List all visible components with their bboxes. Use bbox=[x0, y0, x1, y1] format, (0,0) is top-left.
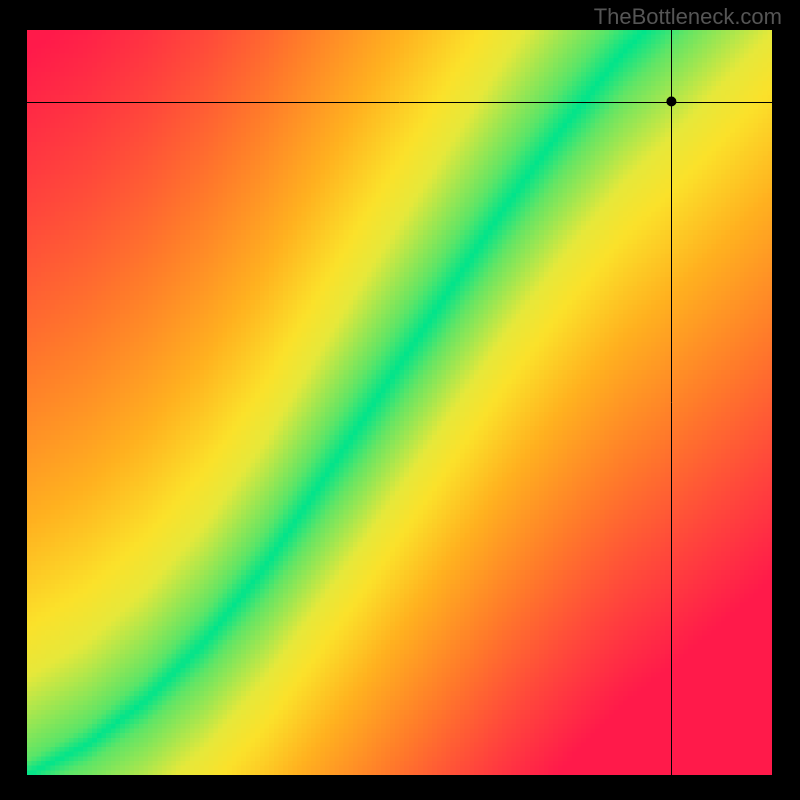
watermark-text: TheBottleneck.com bbox=[594, 4, 782, 30]
chart-container: TheBottleneck.com bbox=[0, 0, 800, 800]
crosshair-overlay bbox=[0, 0, 800, 800]
